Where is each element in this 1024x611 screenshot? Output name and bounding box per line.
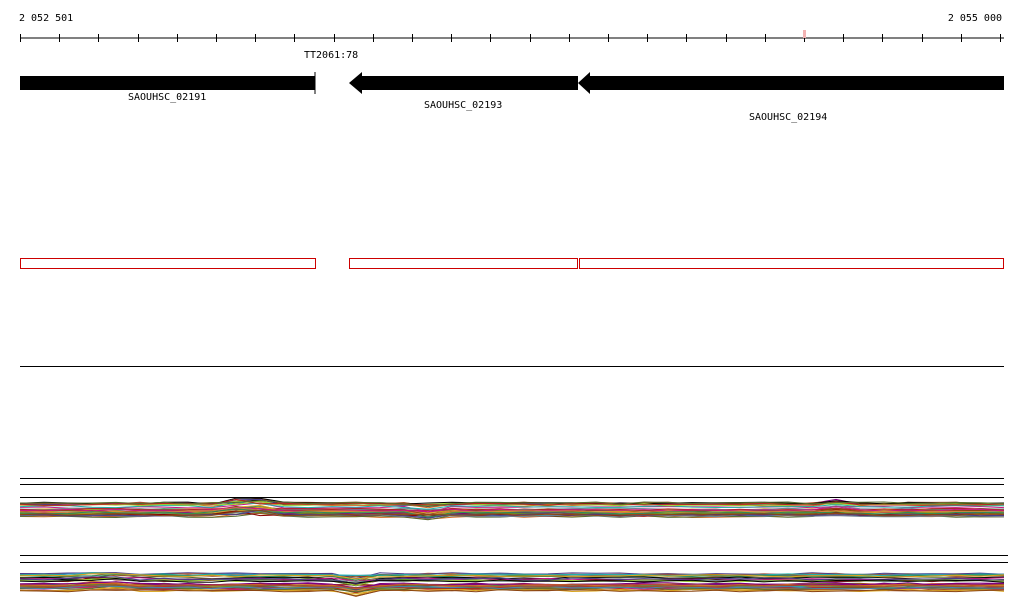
gene-arrow-saouhsc-02193[interactable] bbox=[349, 72, 578, 94]
gene-arrow-saouhsc-02191[interactable] bbox=[20, 76, 315, 90]
cds-box-saouhsc-02193[interactable] bbox=[349, 258, 578, 269]
genome-browser-canvas bbox=[19, 30, 1008, 597]
coverage-track-lower bbox=[19, 572, 1005, 597]
cds-box-saouhsc-02191[interactable] bbox=[20, 258, 316, 269]
coverage-track-upper bbox=[19, 497, 1005, 521]
ruler-highlight-mark bbox=[803, 30, 806, 38]
cds-track bbox=[20, 258, 1004, 269]
coordinate-ruler bbox=[20, 30, 1004, 42]
gene-track bbox=[20, 72, 1004, 94]
cds-box-saouhsc-02194[interactable] bbox=[579, 258, 1004, 269]
gene-arrow-saouhsc-02194[interactable] bbox=[578, 72, 1004, 94]
